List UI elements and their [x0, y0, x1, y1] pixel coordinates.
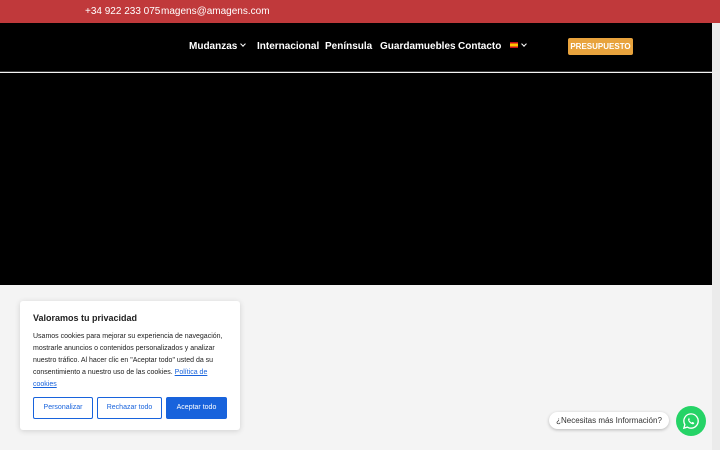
hero-video-area — [0, 73, 712, 285]
customize-button[interactable]: Personalizar — [33, 397, 93, 419]
cookie-body: Usamos cookies para mejorar su experienc… — [33, 331, 229, 391]
chevron-down-icon — [240, 41, 247, 47]
site-header: Mudanzas Internacional Península Guardam… — [0, 23, 712, 72]
accept-all-button[interactable]: Aceptar todo — [166, 397, 227, 419]
page-scrollbar[interactable] — [712, 23, 720, 450]
presupuesto-button[interactable]: PRESUPUESTO — [568, 38, 633, 55]
nav-item-guardamuebles[interactable]: Guardamuebles — [380, 41, 456, 53]
nav-item-mudanzas[interactable]: Mudanzas — [189, 41, 247, 53]
whatsapp-prompt[interactable]: ¿Necesitas más Información? — [549, 412, 669, 429]
nav-item-contacto[interactable]: Contacto — [458, 41, 501, 53]
whatsapp-icon — [682, 413, 699, 430]
nav-item-internacional[interactable]: Internacional — [257, 41, 319, 53]
whatsapp-button[interactable] — [676, 406, 706, 436]
spain-flag-icon — [510, 42, 518, 48]
language-selector[interactable] — [510, 41, 527, 53]
chevron-down-icon — [521, 41, 527, 47]
reject-all-button[interactable]: Rechazar todo — [97, 397, 162, 419]
nav-item-peninsula[interactable]: Península — [325, 41, 372, 53]
cookie-title: Valoramos tu privacidad — [33, 313, 138, 323]
top-contact-bar: +34 922 233 075 magens@amagens.com — [0, 0, 720, 23]
phone-link[interactable]: +34 922 233 075 — [85, 5, 160, 18]
cookie-consent-banner: Valoramos tu privacidad Usamos cookies p… — [20, 301, 240, 430]
nav-item-label: Mudanzas — [189, 41, 238, 52]
email-link[interactable]: magens@amagens.com — [161, 5, 270, 18]
